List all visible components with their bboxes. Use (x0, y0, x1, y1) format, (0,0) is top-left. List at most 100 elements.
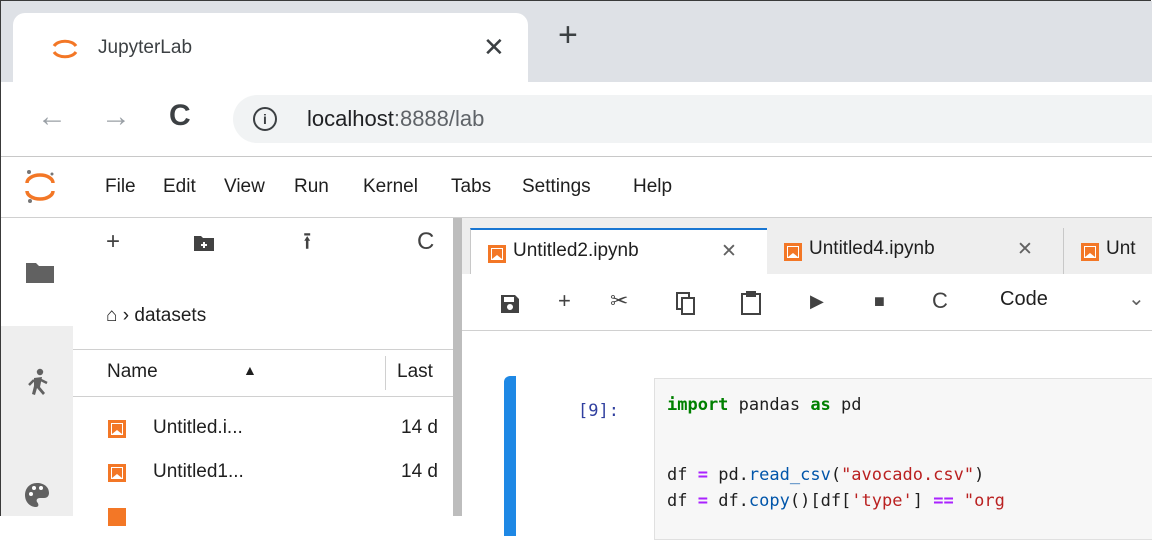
column-last-modified-header[interactable]: Last (397, 361, 433, 383)
url-path: :8888/lab (393, 106, 485, 131)
code-token: pandas (728, 395, 811, 415)
code-token: ] (912, 491, 934, 511)
column-divider[interactable] (385, 356, 386, 390)
copy-icon[interactable] (676, 292, 696, 316)
home-icon[interactable]: ⌂ (106, 305, 117, 326)
back-arrow-icon[interactable]: ← (37, 102, 67, 132)
column-name-header[interactable]: Name (107, 361, 158, 383)
menu-tabs[interactable]: Tabs (451, 175, 491, 199)
file-browser-tab[interactable] (1, 218, 73, 326)
save-icon[interactable] (500, 294, 520, 314)
menu-file[interactable]: File (105, 175, 136, 199)
file-name: Untitled.i... (153, 417, 243, 438)
code-token: == (933, 491, 954, 511)
code-token: pd (830, 395, 862, 415)
document-tab-bar: Untitled2.ipynb ✕ Untitled4.ipynb ✕ Unt (462, 218, 1152, 276)
breadcrumb: ⌂ › datasets (106, 304, 206, 328)
left-activity-bar (1, 218, 73, 516)
jupyter-logo-icon (25, 170, 55, 203)
folder-icon (26, 263, 54, 283)
insert-cell-icon[interactable]: + (558, 286, 571, 316)
doc-tab-untitled4[interactable]: Untitled4.ipynb ✕ (767, 228, 1064, 274)
menu-help[interactable]: Help (633, 175, 672, 199)
menu-edit[interactable]: Edit (163, 175, 196, 199)
new-folder-icon[interactable] (193, 234, 215, 252)
notebook-file-icon (784, 243, 802, 261)
input-prompt: [9]: (578, 401, 619, 421)
code-token: df (667, 491, 698, 511)
file-row[interactable]: Untitled.i... 14 d (73, 407, 453, 451)
cut-icon[interactable]: ✂ (610, 286, 628, 316)
panel-resize-handle[interactable] (453, 218, 462, 516)
code-token: pd. (707, 465, 749, 485)
file-modified: 14 d (401, 461, 438, 482)
doc-tab-untitled2[interactable]: Untitled2.ipynb ✕ (470, 228, 768, 276)
address-bar[interactable]: i localhost:8888/lab (233, 95, 1152, 143)
forward-arrow-icon[interactable]: → (101, 102, 131, 132)
code-token: "avocado.csv" (841, 465, 975, 485)
browser-tab-title: JupyterLab (98, 37, 193, 58)
notebook-file-icon (1081, 243, 1099, 261)
stop-icon[interactable]: ■ (874, 286, 885, 316)
notebook-file-icon (108, 420, 126, 438)
upload-icon[interactable]: ⭱ (303, 228, 311, 256)
close-icon[interactable]: ✕ (721, 240, 737, 263)
reload-icon[interactable]: C (169, 100, 191, 132)
notebook-file-icon (108, 464, 126, 482)
file-name: Untitled1... (153, 461, 244, 482)
cell-collapser[interactable] (504, 376, 516, 536)
browser-navigation-bar: ← → C i localhost:8888/lab (1, 82, 1152, 157)
palette-icon[interactable] (23, 481, 51, 509)
file-row[interactable]: Untitled1... 14 d (73, 451, 453, 495)
file-modified: 14 d (401, 417, 438, 438)
code-token: ( (830, 465, 842, 485)
code-token: ) (974, 465, 985, 485)
file-browser-panel: + ⭱ C ⌂ › datasets Name ▲ Last Untitled.… (73, 218, 453, 526)
new-tab-button[interactable]: + (558, 18, 578, 52)
menu-settings[interactable]: Settings (522, 175, 591, 199)
run-icon[interactable]: ▶ (810, 286, 824, 316)
main-dock-area: Untitled2.ipynb ✕ Untitled4.ipynb ✕ Unt (462, 218, 1152, 540)
jupyter-favicon-icon (52, 39, 78, 59)
url-text[interactable]: localhost:8888/lab (307, 105, 484, 133)
file-row[interactable] (73, 495, 453, 539)
code-token: import (667, 395, 729, 415)
site-info-icon[interactable]: i (253, 107, 277, 131)
code-token: 'type' (851, 491, 913, 511)
close-icon[interactable]: ✕ (1017, 238, 1033, 261)
breadcrumb-separator: › (122, 305, 135, 326)
menu-run[interactable]: Run (294, 175, 329, 199)
notebook-panel: [9]: import pandas as pd df = pd.read_cs… (462, 331, 1152, 540)
code-token: = (697, 465, 708, 485)
code-token: ()[df[ (789, 491, 852, 511)
code-token: read_csv (748, 465, 831, 485)
sort-ascending-icon[interactable]: ▲ (243, 362, 257, 378)
code-token: copy (748, 491, 790, 511)
paste-icon[interactable] (740, 290, 762, 316)
doc-tab-title: Unt (1106, 238, 1136, 259)
chevron-down-icon[interactable]: ⌄ (1128, 286, 1145, 311)
breadcrumb-datasets[interactable]: datasets (134, 305, 206, 326)
refresh-icon[interactable]: C (417, 228, 434, 256)
code-line: import pandas as pd (667, 395, 862, 415)
code-token: df. (707, 491, 749, 511)
browser-tab-strip: JupyterLab ✕ + (1, 1, 1152, 83)
url-host: localhost (307, 106, 394, 131)
code-token: "org (953, 491, 1005, 511)
new-launcher-button[interactable]: + (106, 228, 120, 256)
jupyterlab-menubar: File Edit View Run Kernel Tabs Settings … (1, 157, 1152, 218)
close-tab-icon[interactable]: ✕ (483, 32, 505, 62)
menu-kernel[interactable]: Kernel (363, 175, 418, 199)
code-token: as (810, 395, 831, 415)
browser-tab-jupyterlab[interactable]: JupyterLab ✕ (13, 13, 528, 83)
code-token: df (667, 465, 698, 485)
doc-tab-untitled-more[interactable]: Unt (1064, 228, 1152, 274)
notebook-file-icon (488, 245, 506, 263)
code-token: = (697, 491, 708, 511)
code-line: df = df.copy()[df['type'] == "org (667, 491, 1005, 511)
notebook-toolbar: + ✂ ▶ ■ C Code ⌄ (462, 274, 1152, 331)
cell-type-select[interactable]: Code (1000, 288, 1048, 311)
menu-view[interactable]: View (224, 175, 265, 199)
restart-kernel-icon[interactable]: C (932, 286, 948, 316)
running-icon[interactable] (25, 368, 51, 400)
